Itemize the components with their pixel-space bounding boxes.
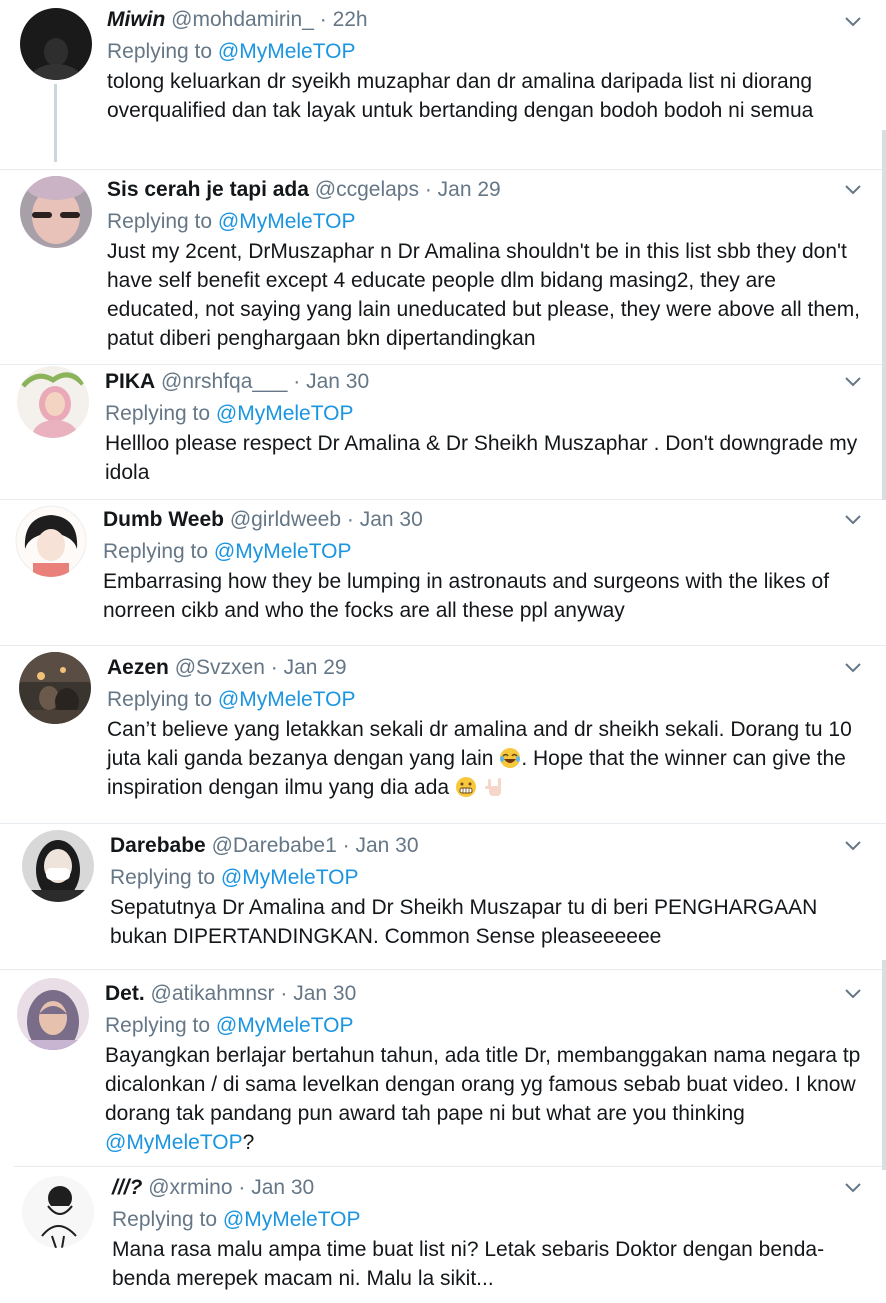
avatar[interactable]	[22, 830, 94, 902]
user-handle[interactable]: @atikahmnsr	[151, 982, 275, 1005]
reply-mention-link[interactable]: @MyMeleTOP	[216, 1014, 354, 1037]
separator-dot: ·	[313, 8, 333, 31]
avatar[interactable]	[17, 366, 89, 438]
replying-to-label: Replying to	[110, 866, 216, 889]
reply-mention-link[interactable]: @MyMeleTOP	[216, 402, 354, 425]
replying-to: Replying to @MyMeleTOP	[107, 38, 862, 66]
replying-to: Replying to @MyMeleTOP	[103, 538, 862, 566]
tweet-timestamp[interactable]: Jan 30	[251, 1176, 314, 1199]
user-handle[interactable]: @girldweeb	[230, 508, 341, 531]
tweet[interactable]: Det. @atikahmnsr · Jan 30 Replying to @M…	[0, 970, 886, 1166]
separator-dot: ·	[232, 1176, 252, 1199]
display-name[interactable]: Darebabe	[110, 834, 206, 857]
separator-dot: ·	[287, 370, 307, 393]
tweet[interactable]: Darebabe @Darebabe1 · Jan 30 Replying to…	[0, 824, 886, 970]
display-name[interactable]: Sis cerah je tapi ada	[107, 178, 309, 201]
edge-divider	[882, 130, 886, 500]
reply-mention-link[interactable]: @MyMeleTOP	[223, 1208, 361, 1231]
chevron-down-icon[interactable]	[842, 508, 864, 530]
replying-to: Replying to @MyMeleTOP	[105, 400, 862, 428]
replying-to: Replying to @MyMeleTOP	[105, 1012, 862, 1040]
user-handle[interactable]: @ccgelaps	[315, 178, 419, 201]
tweet-text: Embarrasing how they be lumping in astro…	[103, 570, 830, 622]
replying-to-label: Replying to	[103, 540, 209, 563]
user-handle[interactable]: @xrmino	[148, 1176, 232, 1199]
chevron-down-icon[interactable]	[842, 1176, 864, 1198]
chevron-down-icon[interactable]	[842, 656, 864, 678]
avatar[interactable]	[20, 8, 92, 80]
user-handle[interactable]: @Darebabe1	[212, 834, 337, 857]
replying-to-label: Replying to	[107, 688, 213, 711]
tweet-text: Bayangkan berlajar bertahun tahun, ada t…	[105, 1041, 862, 1157]
reply-mention-link[interactable]: @MyMeleTOP	[218, 688, 356, 711]
tweet[interactable]: ///? @xrmino · Jan 30 Replying to @MyMel…	[0, 1166, 886, 1303]
tweet[interactable]: Aezen @Svzxen · Jan 29 Replying to @MyMe…	[0, 646, 886, 824]
reply-mention-link[interactable]: @MyMeleTOP	[218, 40, 356, 63]
separator-dot: ·	[336, 834, 356, 857]
tweet-text: tolong keluarkan dr syeikh muzaphar dan …	[107, 70, 814, 122]
reply-mention-link[interactable]: @MyMeleTOP	[221, 866, 359, 889]
replying-to-label: Replying to	[105, 402, 211, 425]
tweet-text: Sepatutnya Dr Amalina and Dr Sheikh Musz…	[110, 896, 818, 948]
tweet-timestamp[interactable]: Jan 30	[306, 370, 369, 393]
thread-line	[54, 84, 57, 162]
tweet[interactable]: Dumb Weeb @girldweeb · Jan 30 Replying t…	[0, 500, 886, 646]
tweet-timestamp[interactable]: 22h	[333, 8, 368, 31]
display-name[interactable]: Miwin	[107, 8, 165, 31]
replying-to-label: Replying to	[112, 1208, 218, 1231]
edge-divider	[882, 960, 886, 1170]
avatar[interactable]	[15, 505, 87, 577]
sign-of-horns-emoji	[484, 778, 501, 796]
user-handle[interactable]: @nrshfqa___	[161, 370, 287, 393]
chevron-down-icon[interactable]	[842, 10, 864, 32]
replying-to: Replying to @MyMeleTOP	[112, 1206, 862, 1234]
grimacing-face-emoji	[455, 777, 476, 797]
tweet-text-part: Bayangkan berlajar bertahun tahun, ada t…	[105, 1044, 861, 1125]
user-handle[interactable]: @mohdamirin_	[171, 8, 314, 31]
chevron-down-icon[interactable]	[842, 370, 864, 392]
display-name[interactable]: Dumb Weeb	[103, 508, 224, 531]
tweet-timestamp[interactable]: Jan 29	[438, 178, 501, 201]
reply-mention-link[interactable]: @MyMeleTOP	[218, 210, 356, 233]
reply-mention-link[interactable]: @MyMeleTOP	[214, 540, 352, 563]
tweet-text: Can’t believe yang letakkan sekali dr am…	[107, 715, 862, 802]
tweet[interactable]: Miwin @mohdamirin_ · 22h Replying to @My…	[0, 0, 886, 170]
chevron-down-icon[interactable]	[842, 178, 864, 200]
avatar[interactable]	[19, 652, 91, 724]
separator-dot: ·	[418, 178, 438, 201]
display-name[interactable]: Det.	[105, 982, 145, 1005]
tweet-timestamp[interactable]: Jan 30	[293, 982, 356, 1005]
face-with-tears-of-joy-emoji	[500, 748, 521, 768]
tweet[interactable]: PIKA @nrshfqa___ · Jan 30 Replying to @M…	[0, 366, 886, 500]
inline-mention-link[interactable]: @MyMeleTOP	[105, 1131, 243, 1154]
replying-to-label: Replying to	[107, 210, 213, 233]
avatar[interactable]	[17, 978, 89, 1050]
user-handle[interactable]: @Svzxen	[175, 656, 265, 679]
separator-dot: ·	[274, 982, 294, 1005]
display-name[interactable]: PIKA	[105, 370, 155, 393]
replying-to: Replying to @MyMeleTOP	[107, 208, 862, 236]
tweet-text: Hellloo please respect Dr Amalina & Dr S…	[105, 432, 858, 484]
tweet-text: Just my 2cent, DrMuszaphar n Dr Amalina …	[107, 240, 861, 350]
avatar[interactable]	[22, 1176, 94, 1248]
chevron-down-icon[interactable]	[842, 982, 864, 1004]
divider	[0, 364, 886, 365]
tweet-timestamp[interactable]: Jan 30	[360, 508, 423, 531]
separator-dot: ·	[341, 508, 360, 531]
tweet[interactable]: Sis cerah je tapi ada @ccgelaps · Jan 29…	[0, 170, 886, 366]
avatar[interactable]	[20, 176, 92, 248]
tweet-text-part: ?	[242, 1131, 255, 1154]
display-name[interactable]: Aezen	[107, 656, 169, 679]
replying-to-label: Replying to	[107, 40, 213, 63]
replying-to-label: Replying to	[105, 1014, 211, 1037]
display-name[interactable]: ///?	[112, 1176, 142, 1199]
divider	[14, 1166, 886, 1167]
tweet-text: Mana rasa malu ampa time buat list ni? L…	[112, 1238, 825, 1290]
tweet-timestamp[interactable]: Jan 30	[355, 834, 418, 857]
chevron-down-icon[interactable]	[842, 834, 864, 856]
replying-to: Replying to @MyMeleTOP	[110, 864, 862, 892]
tweet-timestamp[interactable]: Jan 29	[284, 656, 347, 679]
replying-to: Replying to @MyMeleTOP	[107, 686, 862, 714]
separator-dot: ·	[264, 656, 284, 679]
